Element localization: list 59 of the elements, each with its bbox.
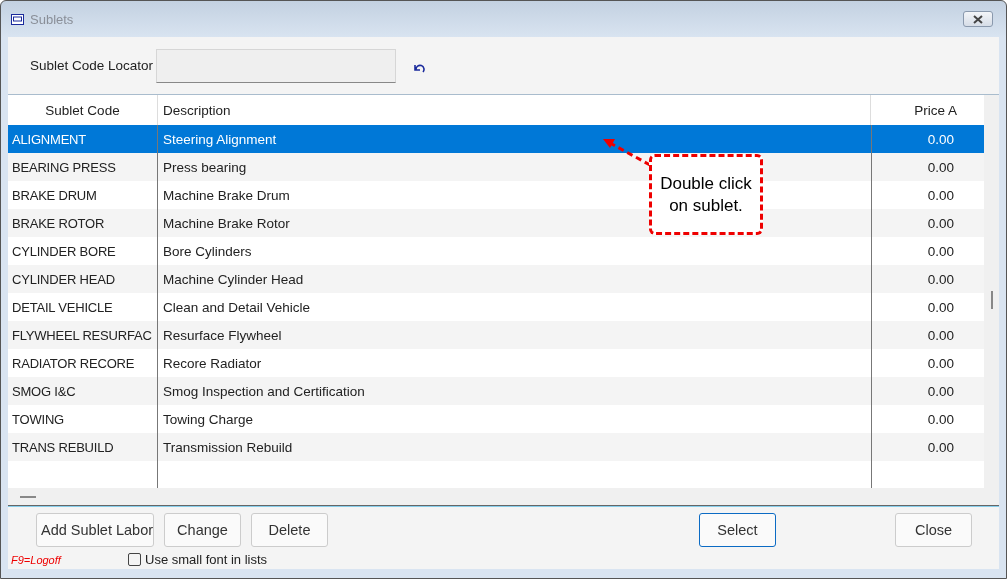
description-cell: Steering Alignment — [163, 131, 277, 147]
code-cell: BRAKE DRUM — [12, 187, 97, 203]
price-cell: 0.00 — [927, 439, 954, 455]
description-cell: Machine Brake Rotor — [163, 215, 290, 231]
code-cell: BEARING PRESS — [12, 159, 116, 175]
callout-note: Double click on sublet. — [649, 154, 763, 235]
description-cell: Machine Cylinder Head — [163, 271, 304, 287]
description-cell: Transmission Rebuild — [163, 439, 293, 455]
price-cell: 0.00 — [927, 355, 954, 371]
table-row[interactable]: TRANS REBUILD Transmission Rebuild 0.00 — [8, 433, 984, 461]
description-cell: Press bearing — [163, 159, 247, 175]
code-cell: TOWING — [12, 411, 64, 427]
vertical-scrollbar[interactable] — [984, 95, 999, 505]
action-button[interactable]: Add Sublet Labor — [36, 513, 154, 547]
code-cell: BRAKE ROTOR — [12, 215, 105, 231]
price-cell: 0.00 — [927, 271, 954, 287]
table-row[interactable]: ALIGNMENT Steering Alignment 0.00 — [8, 125, 984, 153]
action-button[interactable]: Close — [895, 513, 972, 547]
price-cell: 0.00 — [927, 327, 954, 343]
code-cell: CYLINDER BORE — [12, 243, 116, 259]
code-cell: SMOG I&C — [12, 383, 76, 399]
locator-label: Sublet Code Locator — [30, 58, 155, 73]
column-header[interactable]: Price A — [871, 95, 984, 125]
description-cell: Resurface Flywheel — [163, 327, 282, 343]
price-cell: 0.00 — [927, 299, 954, 315]
description-cell: Recore Radiator — [163, 355, 262, 371]
description-cell: Machine Brake Drum — [163, 187, 290, 203]
code-cell: DETAIL VEHICLE — [12, 299, 113, 315]
close-icon[interactable] — [963, 11, 993, 27]
code-cell: CYLINDER HEAD — [12, 271, 115, 287]
description-cell: Towing Charge — [163, 411, 254, 427]
description-cell: Clean and Detail Vehicle — [163, 299, 311, 315]
locator-field[interactable] — [156, 48, 396, 83]
price-cell: 0.00 — [927, 243, 954, 259]
table-row[interactable]: SMOG I&C Smog Inspection and Certification 0.00 — [8, 377, 984, 405]
table-row[interactable]: CYLINDER HEAD Machine Cylinder Head 0.00 — [8, 265, 984, 293]
checkbox-label: Use small font in lists — [145, 552, 268, 567]
description-cell: Bore Cylinders — [163, 243, 252, 259]
price-cell: 0.00 — [927, 159, 954, 175]
code-cell: ALIGNMENT — [12, 131, 87, 147]
action-button[interactable]: Delete — [251, 513, 328, 547]
price-cell: 0.00 — [927, 411, 954, 427]
price-cell: 0.00 — [927, 383, 954, 399]
action-button[interactable]: Select — [699, 513, 776, 547]
table-row[interactable]: FLYWHEEL RESURFAC Resurface Flywheel 0.00 — [8, 321, 984, 349]
description-cell: Smog Inspection and Certification — [163, 383, 365, 399]
undo-icon[interactable] — [414, 64, 426, 73]
window-title: Sublets — [30, 11, 74, 27]
window-icon — [11, 13, 24, 25]
checkbox[interactable] — [128, 553, 141, 566]
price-cell: 0.00 — [927, 187, 954, 203]
code-cell: FLYWHEEL RESURFAC — [12, 327, 152, 343]
code-cell: RADIATOR RECORE — [12, 355, 135, 371]
code-cell: TRANS REBUILD — [12, 439, 114, 455]
scrollbar-thumb[interactable] — [20, 495, 36, 498]
price-cell: 0.00 — [927, 131, 954, 147]
logoff-hint: F9=Logoff — [11, 553, 63, 566]
price-cell: 0.00 — [927, 215, 954, 231]
action-button[interactable]: Change — [164, 513, 241, 547]
